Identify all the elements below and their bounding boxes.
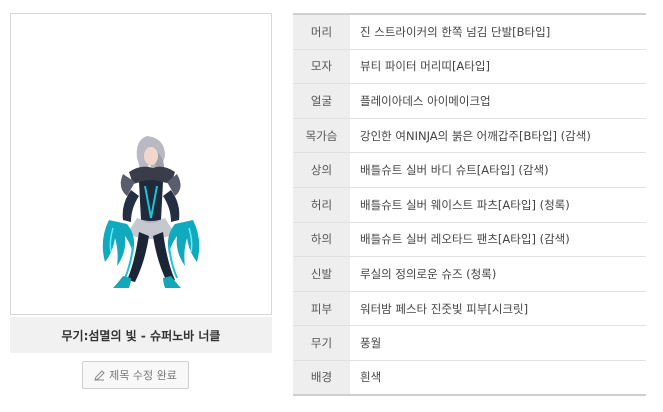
slot-label: 배경 (293, 360, 350, 394)
item-name: 루실의 정의로운 슈즈 (청록) (360, 266, 497, 281)
slot-label: 목가슴 (293, 118, 350, 153)
table-row: 허리 배틀슈트 실버 웨이스트 파츠[A타입] (청록) (293, 187, 646, 223)
item-name: 배틀슈트 실버 레오타드 팬츠[A타입] (감색) (360, 232, 570, 247)
character-preview (10, 13, 272, 315)
slot-label: 무기 (293, 326, 350, 360)
item-name: 강인한 여NINJA의 붉은 어깨갑주[B타입] (감색) (360, 128, 591, 143)
item-name: 배틀슈트 실버 바디 슈트[A타입] (감색) (360, 163, 549, 178)
slot-label: 하의 (293, 222, 350, 257)
table-row: 상의 배틀슈트 실버 바디 슈트[A타입] (감색) (293, 153, 646, 188)
slot-label: 상의 (293, 153, 350, 187)
table-row: 모자 뷰티 파이터 머리띠[A타입] (293, 49, 646, 85)
slot-label: 피부 (293, 291, 350, 326)
table-row: 머리 진 스트라이커의 한쪽 넘김 단발[B타입] (293, 15, 646, 50)
edit-title-button[interactable]: 제목 수정 완료 (82, 361, 189, 389)
item-name: 진 스트라이커의 한쪽 넘김 단발[B타입] (360, 24, 551, 39)
item-name: 플레이아데스 아이메이크업 (360, 93, 491, 108)
slot-label: 허리 (293, 187, 350, 222)
item-name: 풍월 (360, 336, 382, 351)
table-row: 무기 풍월 (293, 326, 646, 361)
slot-label: 신발 (293, 257, 350, 291)
item-name: 흰색 (360, 370, 382, 385)
table-row: 신발 루실의 정의로운 슈즈 (청록) (293, 257, 646, 292)
slot-label: 머리 (293, 15, 350, 49)
edit-title-label: 제목 수정 완료 (109, 369, 177, 382)
slot-label: 모자 (293, 49, 350, 84)
item-name: 배틀슈트 실버 웨이스트 파츠[A타입] (청록) (360, 197, 570, 212)
pencil-icon (94, 369, 105, 381)
slot-label: 얼굴 (293, 84, 350, 118)
table-row: 목가슴 강인한 여NINJA의 붉은 어깨갑주[B타입] (감색) (293, 118, 646, 154)
table-row: 얼굴 플레이아데스 아이메이크업 (293, 84, 646, 119)
avatar-viewer: 무기:섬멸의 빛 - 슈퍼노바 너클 제목 수정 완료 머리 진 스트라이커의 … (0, 0, 663, 412)
table-row: 배경 흰색 (293, 360, 646, 396)
item-name: 뷰티 파이터 머리띠[A타입] (360, 59, 490, 74)
equipment-table: 머리 진 스트라이커의 한쪽 넘김 단발[B타입] 모자 뷰티 파이터 머리띠[… (293, 13, 646, 396)
character-sprite (102, 136, 200, 288)
table-row: 하의 배틀슈트 실버 레오타드 팬츠[A타입] (감색) (293, 222, 646, 258)
table-row: 피부 워터밤 페스타 진줏빛 피부[시크릿] (293, 291, 646, 327)
item-name: 워터밤 페스타 진줏빛 피부[시크릿] (360, 301, 529, 316)
character-caption: 무기:섬멸의 빛 - 슈퍼노바 너클 (10, 317, 272, 353)
character-panel: 무기:섬멸의 빛 - 슈퍼노바 너클 (10, 13, 272, 353)
